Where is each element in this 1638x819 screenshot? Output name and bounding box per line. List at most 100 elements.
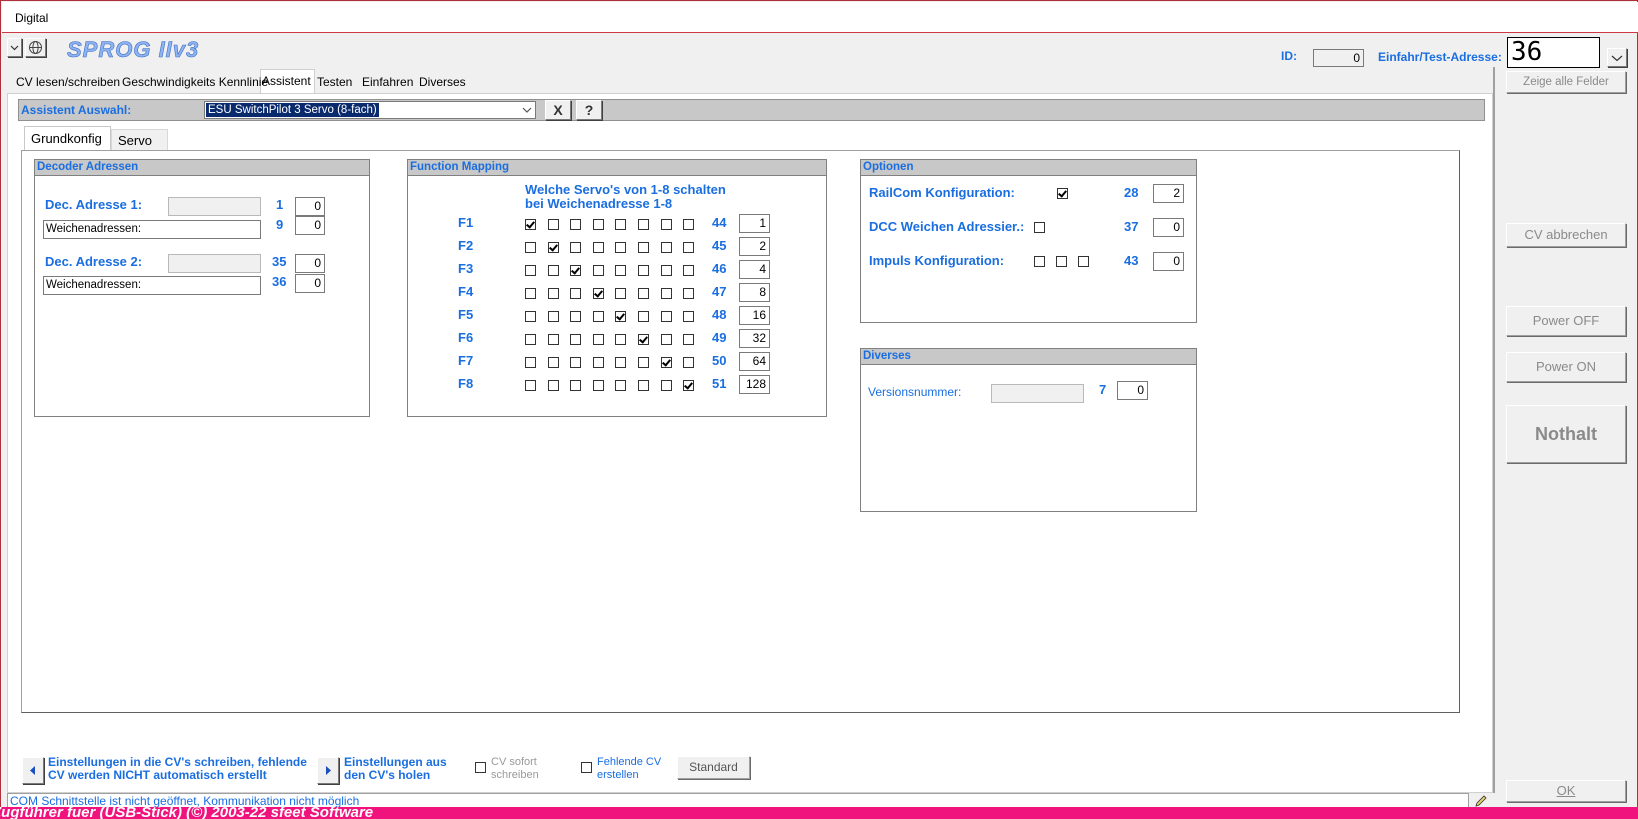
mapping-servo-checkbox[interactable] (525, 242, 536, 253)
mapping-servo-checkbox[interactable] (548, 311, 559, 322)
cv-instant-write-checkbox[interactable] (475, 762, 486, 773)
globe-icon[interactable] (25, 38, 46, 57)
mapping-servo-checkbox[interactable] (548, 265, 559, 276)
mapping-servo-checkbox[interactable] (683, 311, 694, 322)
mapping-servo-checkbox[interactable] (593, 380, 604, 391)
subtab-grundkonfig[interactable]: Grundkonfig (24, 126, 111, 151)
show-all-fields-button[interactable]: Zeige alle Felder (1506, 71, 1626, 93)
mapping-cv-input[interactable]: 1 (739, 214, 770, 233)
dcc-addressing-checkbox[interactable] (1034, 222, 1045, 233)
mapping-servo-checkbox[interactable] (570, 288, 581, 299)
mapping-servo-checkbox[interactable] (525, 380, 536, 391)
mapping-servo-checkbox[interactable] (525, 334, 536, 345)
read-cvs-button[interactable] (317, 757, 339, 784)
mapping-servo-checkbox[interactable] (570, 219, 581, 230)
mapping-servo-checkbox[interactable] (683, 242, 694, 253)
railcom-checkbox[interactable] (1057, 188, 1068, 199)
dec-address1-turnout-input[interactable]: 0 (295, 216, 325, 235)
mapping-servo-checkbox[interactable] (525, 357, 536, 368)
power-off-button[interactable]: Power OFF (1506, 306, 1626, 336)
mapping-servo-checkbox[interactable] (661, 265, 672, 276)
mapping-servo-checkbox[interactable] (661, 242, 672, 253)
dec-address2-turnout-field[interactable]: Weichenadressen: (43, 276, 261, 295)
mapping-servo-checkbox[interactable] (570, 334, 581, 345)
version-input[interactable]: 0 (1117, 381, 1148, 400)
mapping-servo-checkbox[interactable] (615, 288, 626, 299)
mapping-servo-checkbox[interactable] (661, 357, 672, 368)
mapping-servo-checkbox[interactable] (638, 265, 649, 276)
close-assistant-button[interactable]: X (545, 100, 571, 120)
mapping-servo-checkbox[interactable] (615, 265, 626, 276)
mapping-servo-checkbox[interactable] (570, 357, 581, 368)
mapping-servo-checkbox[interactable] (615, 357, 626, 368)
create-missing-cv-checkbox[interactable] (581, 762, 592, 773)
mapping-servo-checkbox[interactable] (525, 288, 536, 299)
mapping-servo-checkbox[interactable] (683, 265, 694, 276)
mapping-servo-checkbox[interactable] (683, 219, 694, 230)
standard-button[interactable]: Standard (677, 756, 750, 779)
mapping-servo-checkbox[interactable] (615, 242, 626, 253)
mapping-cv-input[interactable]: 64 (739, 352, 770, 371)
mapping-servo-checkbox[interactable] (661, 311, 672, 322)
mapping-cv-input[interactable]: 16 (739, 306, 770, 325)
power-on-button[interactable]: Power ON (1506, 352, 1626, 382)
dec-address1-input[interactable]: 0 (295, 197, 325, 216)
mapping-servo-checkbox[interactable] (615, 380, 626, 391)
mapping-servo-checkbox[interactable] (525, 219, 536, 230)
mapping-servo-checkbox[interactable] (661, 219, 672, 230)
mapping-servo-checkbox[interactable] (548, 380, 559, 391)
mapping-cv-input[interactable]: 128 (739, 375, 770, 394)
railcom-input[interactable]: 2 (1153, 184, 1184, 203)
mapping-servo-checkbox[interactable] (615, 219, 626, 230)
tab-assistant[interactable]: Assistent (262, 74, 311, 88)
mapping-servo-checkbox[interactable] (593, 242, 604, 253)
mapping-servo-checkbox[interactable] (638, 242, 649, 253)
mapping-servo-checkbox[interactable] (638, 288, 649, 299)
mapping-servo-checkbox[interactable] (548, 288, 559, 299)
impulse-checkbox-3[interactable] (1078, 256, 1089, 267)
mapping-servo-checkbox[interactable] (593, 219, 604, 230)
tab-runin[interactable]: Einfahren (362, 75, 413, 89)
mapping-servo-checkbox[interactable] (593, 311, 604, 322)
mapping-servo-checkbox[interactable] (525, 265, 536, 276)
help-button[interactable]: ? (576, 100, 602, 120)
mapping-servo-checkbox[interactable] (548, 242, 559, 253)
mapping-servo-checkbox[interactable] (570, 265, 581, 276)
mapping-servo-checkbox[interactable] (548, 357, 559, 368)
dcc-addressing-input[interactable]: 0 (1153, 218, 1184, 237)
impulse-checkbox-2[interactable] (1056, 256, 1067, 267)
tab-misc[interactable]: Diverses (419, 75, 466, 89)
mapping-servo-checkbox[interactable] (525, 311, 536, 322)
mapping-servo-checkbox[interactable] (638, 311, 649, 322)
mapping-servo-checkbox[interactable] (548, 334, 559, 345)
pencil-icon[interactable] (1474, 794, 1488, 808)
mapping-servo-checkbox[interactable] (548, 219, 559, 230)
mapping-servo-checkbox[interactable] (638, 380, 649, 391)
mapping-servo-checkbox[interactable] (638, 219, 649, 230)
address-dropdown-icon[interactable] (1607, 48, 1627, 67)
id-field[interactable]: 0 (1313, 49, 1364, 67)
mapping-servo-checkbox[interactable] (661, 334, 672, 345)
dec-address2-turnout-input[interactable]: 0 (295, 274, 325, 293)
dec-address1-turnout-field[interactable]: Weichenadressen: (43, 220, 261, 239)
mapping-cv-input[interactable]: 4 (739, 260, 770, 279)
ok-button[interactable]: OK (1506, 780, 1626, 802)
emergency-stop-button[interactable]: Nothalt (1506, 405, 1626, 463)
mapping-servo-checkbox[interactable] (615, 334, 626, 345)
mapping-servo-checkbox[interactable] (615, 311, 626, 322)
mapping-cv-input[interactable]: 8 (739, 283, 770, 302)
mapping-servo-checkbox[interactable] (593, 288, 604, 299)
tab-test[interactable]: Testen (317, 75, 352, 89)
mapping-servo-checkbox[interactable] (638, 334, 649, 345)
mapping-servo-checkbox[interactable] (683, 288, 694, 299)
mapping-servo-checkbox[interactable] (593, 357, 604, 368)
dropdown-icon[interactable] (7, 38, 22, 57)
mapping-cv-input[interactable]: 2 (739, 237, 770, 256)
mapping-servo-checkbox[interactable] (570, 380, 581, 391)
mapping-servo-checkbox[interactable] (570, 311, 581, 322)
assistant-select[interactable]: ESU SwitchPilot 3 Servo (8-fach) (204, 101, 536, 119)
mapping-servo-checkbox[interactable] (683, 334, 694, 345)
mapping-servo-checkbox[interactable] (593, 265, 604, 276)
tab-speed-curve[interactable]: Geschwindigkeits Kennlinie (122, 75, 268, 89)
mapping-servo-checkbox[interactable] (593, 334, 604, 345)
